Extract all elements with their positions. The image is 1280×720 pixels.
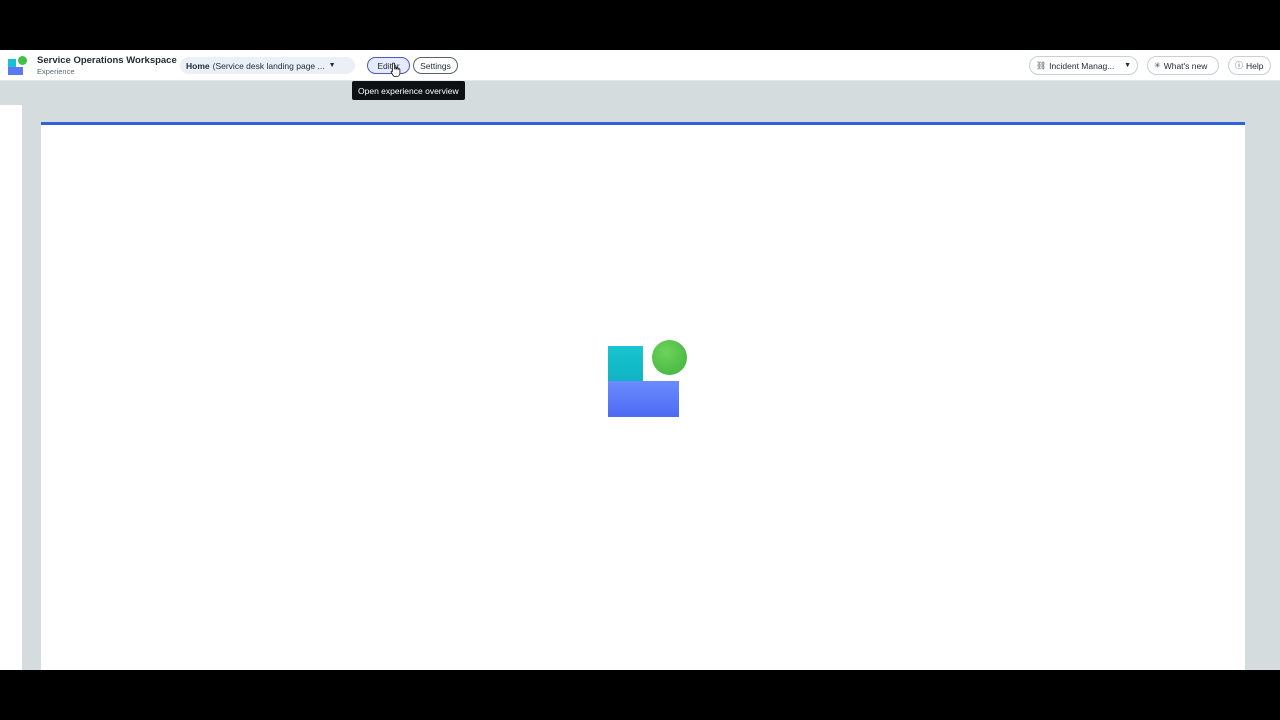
page-selector-home: Home xyxy=(186,60,210,71)
app-icon: ⛓ xyxy=(1036,61,1047,70)
hand-pointer-icon xyxy=(390,62,401,77)
question-circle-icon: ⓘ xyxy=(1235,61,1243,70)
left-side-panel xyxy=(0,105,22,670)
whats-new-button[interactable]: ✳ What's new xyxy=(1147,56,1219,75)
caret-down-icon: ▼ xyxy=(1124,62,1131,69)
caret-down-icon: ▼ xyxy=(328,62,336,69)
top-header-bar: Service Operations Workspace Experience … xyxy=(0,50,1280,81)
page-selector-dropdown[interactable]: Home (Service desk landing page ... ▼ xyxy=(180,57,355,74)
servicenow-logo-icon xyxy=(8,56,28,76)
editor-button[interactable]: Editor xyxy=(367,57,410,74)
sparkle-icon: ✳ xyxy=(1154,61,1161,70)
page-selector-label: (Service desk landing page ... xyxy=(212,60,325,71)
page-canvas xyxy=(41,122,1245,670)
whats-new-label: What's new xyxy=(1163,60,1208,71)
help-label: Help xyxy=(1246,60,1264,71)
application-selector-dropdown[interactable]: ⛓ Incident Manag... ▼ xyxy=(1029,56,1138,75)
application-selector-label: Incident Manag... xyxy=(1049,60,1115,71)
loading-logo-icon xyxy=(608,340,688,420)
app-subtitle: Experience xyxy=(37,67,75,76)
settings-button[interactable]: Settings xyxy=(413,57,458,74)
help-button[interactable]: ⓘ Help xyxy=(1228,56,1271,75)
workspace-screen: Service Operations Workspace Experience … xyxy=(0,50,1280,670)
editor-tooltip: Open experience overview xyxy=(352,81,465,100)
app-title: Service Operations Workspace xyxy=(37,55,177,66)
